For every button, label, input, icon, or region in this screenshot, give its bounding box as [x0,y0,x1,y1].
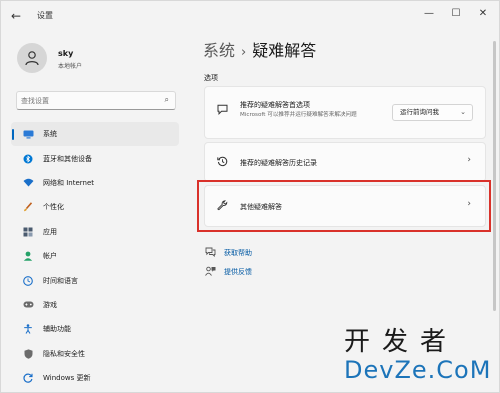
watermark-chinese: 开发者 [344,327,459,357]
chevron-right-icon: › [467,155,471,165]
back-arrow-icon[interactable]: ← [11,9,25,23]
search-input[interactable] [21,95,151,107]
get-help-link[interactable]: 获取帮助 [224,248,252,258]
search-box[interactable]: ⌕ [16,91,176,110]
brush-icon [22,201,34,213]
close-button[interactable]: ✕ [475,7,491,21]
watermark-english: DevZe.CoM [344,356,492,384]
sidebar-nav: 系统 蓝牙和其他设备 网络和 Internet 个性化 应用 帐户 时间和语言 … [11,122,181,390]
accessibility-icon [22,323,34,335]
breadcrumb-separator: › [241,45,247,60]
apps-icon [22,226,34,238]
wifi-icon [22,177,34,189]
sidebar-item-time-language[interactable]: 时间和语言 [11,268,179,292]
sidebar-item-label: 帐户 [43,252,57,261]
feedback-icon [205,266,216,279]
scrollbar[interactable] [493,41,496,311]
update-icon [22,372,34,384]
settings-window: ← 设置 — ☐ ✕ sky 本地帐户 ⌕ 系统 蓝牙和其他设备 [0,0,500,393]
section-label: 选项 [204,74,218,82]
title-bar: ← 设置 — ☐ ✕ [1,1,499,31]
window-title: 设置 [37,11,53,20]
search-icon[interactable]: ⌕ [165,95,169,105]
card-description: Microsoft 可以推荐并运行疑难解答来解决问题 [240,112,357,118]
annotation-highlight-box [197,180,491,232]
sidebar-item-accessibility[interactable]: 辅助功能 [11,317,179,341]
troubleshooter-preference-dropdown[interactable]: 运行前询问我 ⌄ [392,104,473,121]
account-type: 本地帐户 [58,63,83,70]
globe-clock-icon [22,275,34,287]
gamepad-icon [22,299,34,311]
monitor-icon [22,128,34,140]
person-icon [25,51,39,66]
breadcrumb: 系统 › 疑难解答 [203,37,316,61]
chevron-down-icon: ⌄ [460,108,466,116]
user-name: sky [58,49,74,58]
sidebar-item-label: Windows 更新 [43,374,91,383]
card-title: 推荐的疑难解答历史记录 [240,159,317,167]
page-title: 疑难解答 [252,41,317,60]
sidebar-item-label: 应用 [43,227,57,236]
sidebar-item-label: 隐私和安全性 [43,349,85,358]
dropdown-value: 运行前询问我 [400,108,439,116]
sidebar-item-label: 个性化 [43,203,64,212]
bluetooth-icon [22,153,34,165]
recommended-troubleshooter-preferences-card: 推荐的疑难解答首选项 Microsoft 可以推荐并运行疑难解答来解决问题 运行… [204,86,486,139]
avatar[interactable] [17,43,47,73]
shield-icon [22,348,34,360]
sidebar-item-label: 时间和语言 [43,276,78,285]
sidebar-item-label: 网络和 Internet [43,178,95,187]
troubleshooter-history-card[interactable]: 推荐的疑难解答历史记录 › [204,142,486,182]
give-feedback-link[interactable]: 提供反馈 [224,267,252,277]
sidebar-item-bluetooth[interactable]: 蓝牙和其他设备 [11,146,179,170]
sidebar-item-label: 系统 [43,130,57,139]
minimize-button[interactable]: — [421,7,437,21]
sidebar-item-accounts[interactable]: 帐户 [11,244,179,268]
sidebar-item-label: 蓝牙和其他设备 [43,154,92,163]
card-title: 推荐的疑难解答首选项 [240,101,310,109]
breadcrumb-parent[interactable]: 系统 [203,41,235,60]
history-icon [217,156,228,170]
help-icon [205,247,216,259]
sidebar-item-windows-update[interactable]: Windows 更新 [11,366,179,390]
chat-bubble-icon [217,104,228,118]
maximize-button[interactable]: ☐ [448,7,464,21]
sidebar-item-privacy[interactable]: 隐私和安全性 [11,342,179,366]
person-icon [22,250,34,262]
sidebar-item-label: 辅助功能 [43,325,71,334]
sidebar-item-network[interactable]: 网络和 Internet [11,171,179,195]
sidebar-item-gaming[interactable]: 游戏 [11,293,179,317]
sidebar-item-personalization[interactable]: 个性化 [11,195,179,219]
sidebar-item-apps[interactable]: 应用 [11,220,179,244]
sidebar-item-system[interactable]: 系统 [11,122,179,147]
sidebar-item-label: 游戏 [43,300,57,309]
